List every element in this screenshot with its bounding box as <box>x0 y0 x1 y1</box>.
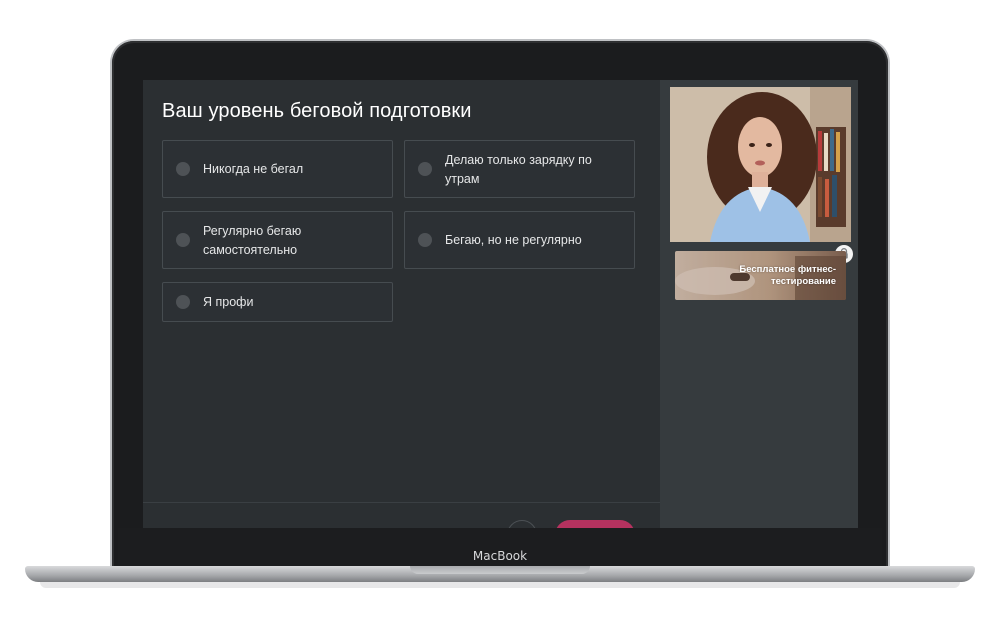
option-irregular[interactable]: Бегаю, но не регулярно <box>404 211 635 269</box>
screen: Ваш уровень беговой подготовки Никогда н… <box>143 80 858 528</box>
laptop-chin: MacBook <box>118 528 882 568</box>
option-pro[interactable]: Я профи <box>162 282 393 322</box>
radio-icon[interactable] <box>176 295 190 309</box>
radio-icon[interactable] <box>176 233 190 247</box>
option-regular-self[interactable]: Регулярно бегаю самостоятельно <box>162 211 393 269</box>
option-morning-exercise[interactable]: Делаю только зарядку по утрам <box>404 140 635 198</box>
radio-icon[interactable] <box>176 162 190 176</box>
option-label: Бегаю, но не регулярно <box>445 233 582 247</box>
laptop-base-shadow <box>40 582 960 588</box>
promo-label: Бесплатное фитнес-тестирование <box>739 264 836 287</box>
radio-icon[interactable] <box>418 233 432 247</box>
laptop-brand: MacBook <box>472 549 528 563</box>
option-never-ran[interactable]: Никогда не бегал <box>162 140 393 198</box>
sidebar: Бесплатное фитнес-тестирование <box>660 80 858 528</box>
presenter-video[interactable] <box>670 87 851 242</box>
presenter-video-image <box>670 87 851 242</box>
footer-divider <box>143 502 660 503</box>
quiz-question: Ваш уровень беговой подготовки <box>162 100 472 122</box>
option-label: Делаю только зарядку по утрам <box>445 153 592 186</box>
back-button[interactable] <box>507 520 537 528</box>
option-label: Никогда не бегал <box>203 162 304 176</box>
next-button[interactable] <box>555 520 635 528</box>
option-label: Я профи <box>203 295 254 309</box>
radio-icon[interactable] <box>418 162 432 176</box>
laptop-notch <box>410 566 590 574</box>
promo-card-fitness-test[interactable]: Бесплатное фитнес-тестирование <box>675 251 846 300</box>
quiz-panel: Ваш уровень беговой подготовки Никогда н… <box>143 80 660 528</box>
option-label: Регулярно бегаю самостоятельно <box>203 224 302 257</box>
